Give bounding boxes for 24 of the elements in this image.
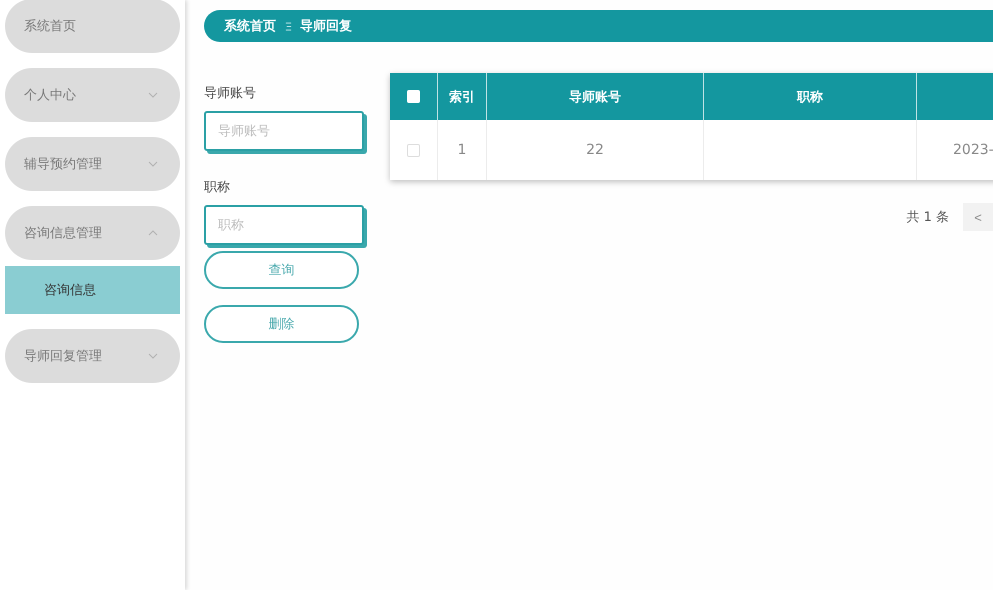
sidebar-menu-item[interactable]: 个人中心 <box>5 68 180 122</box>
delete-button[interactable]: 删除 <box>204 305 359 343</box>
sidebar-submenu-item[interactable]: 咨询信息 <box>5 266 180 314</box>
breadcrumb-item: 导师回复 <box>300 18 352 35</box>
checkbox[interactable] <box>407 144 420 156</box>
sidebar-menu-item[interactable]: 导师回复管理 <box>5 329 180 383</box>
separator-icon <box>285 22 292 30</box>
column-header: 导师账号 <box>487 73 704 120</box>
column-header: 索引 <box>438 73 487 120</box>
table-cell: 1 <box>458 142 466 158</box>
sidebar-menu-item[interactable]: 咨询信息管理 <box>5 206 180 260</box>
input-field[interactable]: 职称 <box>204 205 364 245</box>
sidebar-menu-item[interactable]: 辅导预约管理 <box>5 137 180 191</box>
search-button[interactable]: 查询 <box>204 251 359 289</box>
sidebar-menu-item[interactable]: 系统首页 <box>5 0 180 53</box>
table-cell: 22 <box>586 142 604 158</box>
previous-page-button[interactable]: < <box>963 203 993 231</box>
field-label: 职称 <box>204 179 230 196</box>
column-header: 职称 <box>704 73 917 120</box>
total-count: 共 1 条 <box>906 209 949 226</box>
table-cell: 2023- <box>953 142 993 158</box>
field-label: 导师账号 <box>204 85 256 102</box>
breadcrumb-item[interactable]: 系统首页 <box>224 17 276 35</box>
input-field[interactable]: 导师账号 <box>204 111 364 151</box>
